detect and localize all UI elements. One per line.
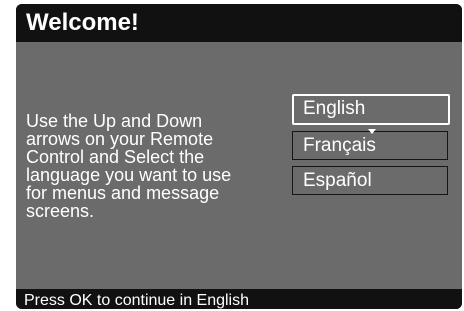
instruction-line: Use the Up and Down (26, 111, 203, 131)
instruction-text: Use the Up and Down arrows on your Remot… (26, 112, 284, 220)
language-option-english[interactable]: English (292, 94, 450, 125)
language-option-francais[interactable]: Français (292, 131, 448, 160)
title-bar: Welcome! (16, 4, 462, 42)
status-text: Press OK to continue in English (24, 292, 250, 309)
instruction-line: arrows on your Remote (26, 129, 214, 149)
pointer-arrow-icon (368, 129, 376, 134)
language-label: Español (303, 170, 372, 191)
status-bar: Press OK to continue in English (16, 289, 462, 309)
instruction-line: language you want to use (26, 165, 232, 185)
language-label: Français (303, 135, 376, 156)
language-option-espanol[interactable]: Español (292, 166, 448, 195)
language-label: English (303, 98, 366, 119)
content-panel: Use the Up and Down arrows on your Remot… (16, 42, 462, 289)
instruction-line: for menus and message (26, 183, 220, 203)
instruction-line: screens. (26, 201, 95, 221)
welcome-screen: Welcome! Use the Up and Down arrows on y… (16, 4, 462, 309)
welcome-title: Welcome! (26, 9, 139, 36)
instruction-line: Control and Select the (26, 147, 205, 167)
